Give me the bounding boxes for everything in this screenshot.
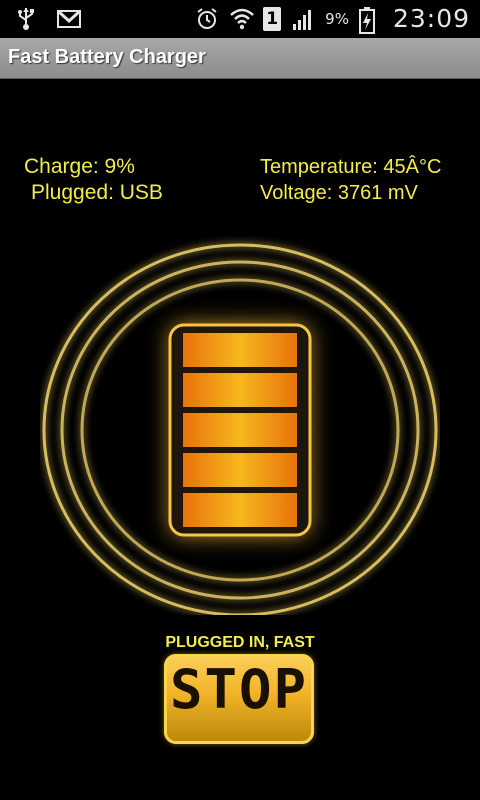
sensor-info: Temperature: 45Â°C Voltage: 3761 mV [260,154,441,206]
stop-button[interactable]: STOP [164,654,314,744]
battery-percent: 9% [325,9,349,28]
battery-graphic [42,243,438,615]
battery-icon [168,323,312,537]
temperature-text: Temperature: 45Â°C [260,156,442,178]
app-title: Fast Battery Charger [8,46,206,68]
plugged-text: Plugged: USB [31,181,163,204]
voltage-text: Voltage: 3761 mV [260,182,418,204]
wifi-icon [229,6,254,32]
usb-icon [14,6,38,32]
stop-button-label: STOP [169,658,309,721]
signal-icon [291,6,315,32]
gmail-icon [56,6,82,32]
sim-icon: 1 [263,6,282,31]
charge-info: Charge: 9% Plugged: USB [24,154,163,206]
charge-text: Charge: 9% [24,155,135,178]
battery-charging-icon [358,6,383,34]
app-title-bar: Fast Battery Charger [0,38,480,79]
clock-time: 23:09 [392,4,470,33]
status-bar: 1 9% 23:09 [0,0,480,38]
charge-state-label: PLUGGED IN, FAST [165,634,315,651]
alarm-icon [195,6,219,32]
